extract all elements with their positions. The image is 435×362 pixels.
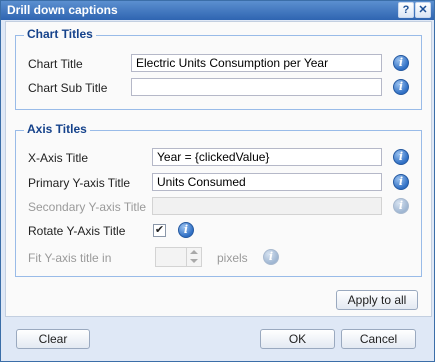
chart-title-input[interactable]: Electric Units Consumption per Year xyxy=(131,54,382,72)
pixels-unit-label: pixels xyxy=(217,251,248,265)
x-axis-title-input[interactable]: Year = {clickedValue} xyxy=(152,148,382,166)
chart-title-label: Chart Title xyxy=(28,57,83,71)
chart-title-info-icon[interactable]: i xyxy=(393,55,409,71)
spinner-down-icon xyxy=(190,259,198,263)
chart-sub-title-info-icon[interactable]: i xyxy=(393,79,409,95)
drill-down-captions-dialog: Drill down captions ? ✕ Chart Titles Cha… xyxy=(0,0,435,362)
close-button[interactable]: ✕ xyxy=(415,2,431,18)
x-axis-title-info-icon[interactable]: i xyxy=(393,149,409,165)
spinner-arrows xyxy=(186,248,201,266)
chart-sub-title-label: Chart Sub Title xyxy=(28,81,108,95)
secondary-y-axis-title-info-icon: i xyxy=(393,198,409,214)
chart-titles-group: Chart Titles Chart Title Electric Units … xyxy=(15,27,422,110)
primary-y-axis-title-info-icon[interactable]: i xyxy=(393,174,409,190)
chart-sub-title-input[interactable] xyxy=(131,78,382,96)
secondary-y-axis-title-label: Secondary Y-axis Title xyxy=(28,200,147,214)
rotate-y-axis-title-label: Rotate Y-Axis Title xyxy=(28,224,126,238)
chart-titles-legend: Chart Titles xyxy=(24,27,96,41)
rotate-y-axis-title-checkbox[interactable]: ✔ xyxy=(153,224,166,237)
fit-y-axis-title-label: Fit Y-axis title in xyxy=(28,251,112,265)
help-button[interactable]: ? xyxy=(398,2,414,18)
fit-y-axis-title-info-icon: i xyxy=(263,249,279,265)
apply-to-all-button[interactable]: Apply to all xyxy=(336,290,418,310)
cancel-button[interactable]: Cancel xyxy=(341,329,416,349)
ok-button[interactable]: OK xyxy=(260,329,335,349)
secondary-y-axis-title-input xyxy=(152,197,382,215)
dialog-title: Drill down captions xyxy=(7,3,118,17)
dialog-body: Chart Titles Chart Title Electric Units … xyxy=(5,21,432,317)
axis-titles-group: Axis Titles X-Axis Title Year = {clicked… xyxy=(15,122,422,277)
spinner-up-icon xyxy=(190,250,198,254)
primary-y-axis-title-label: Primary Y-axis Title xyxy=(28,176,131,190)
primary-y-axis-title-input[interactable]: Units Consumed xyxy=(152,173,382,191)
rotate-y-axis-title-info-icon[interactable]: i xyxy=(178,222,194,238)
axis-titles-legend: Axis Titles xyxy=(24,122,90,136)
fit-y-axis-title-spinner xyxy=(155,247,202,267)
x-axis-title-label: X-Axis Title xyxy=(28,151,89,165)
title-bar[interactable]: Drill down captions ? ✕ xyxy=(1,1,434,20)
clear-button[interactable]: Clear xyxy=(16,329,90,349)
